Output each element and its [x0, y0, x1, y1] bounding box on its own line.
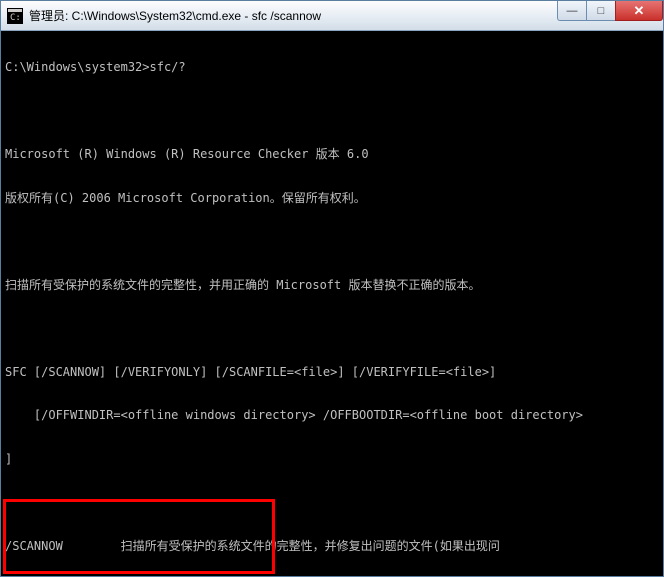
output-line: [/OFFWINDIR=<offline windows directory> …	[1, 408, 663, 423]
output-line: ]	[1, 452, 663, 467]
output-line: Microsoft (R) Windows (R) Resource Check…	[1, 147, 663, 162]
window-controls: — □ ✕	[558, 1, 663, 21]
annotation-highlight-box	[3, 499, 275, 574]
output-line: 版权所有(C) 2006 Microsoft Corporation。保留所有权…	[1, 191, 663, 206]
close-icon: ✕	[634, 3, 645, 19]
cmd-icon: C:	[7, 8, 23, 24]
prompt-line: C:\Windows\system32>sfc/?	[1, 60, 663, 75]
output-line: SFC [/SCANNOW] [/VERIFYONLY] [/SCANFILE=…	[1, 365, 663, 380]
blank-line	[1, 234, 663, 249]
titlebar[interactable]: C: 管理员: C:\Windows\System32\cmd.exe - sf…	[1, 1, 663, 31]
blank-line	[1, 104, 663, 119]
svg-text:C:: C:	[10, 13, 21, 23]
terminal-output[interactable]: C:\Windows\system32>sfc/? Microsoft (R) …	[1, 31, 663, 576]
minimize-icon: —	[567, 5, 578, 17]
output-line: 扫描所有受保护的系统文件的完整性，并用正确的 Microsoft 版本替换不正确…	[1, 278, 663, 293]
cmd-window: C: 管理员: C:\Windows\System32\cmd.exe - sf…	[0, 0, 664, 577]
output-line: /SCANNOW 扫描所有受保护的系统文件的完整性，并修复出问题的文件(如果出现…	[1, 539, 663, 554]
maximize-button[interactable]: □	[586, 1, 616, 21]
blank-line	[1, 321, 663, 336]
blank-line	[1, 495, 663, 510]
minimize-button[interactable]: —	[557, 1, 587, 21]
close-button[interactable]: ✕	[615, 1, 663, 21]
maximize-icon: □	[598, 5, 605, 17]
